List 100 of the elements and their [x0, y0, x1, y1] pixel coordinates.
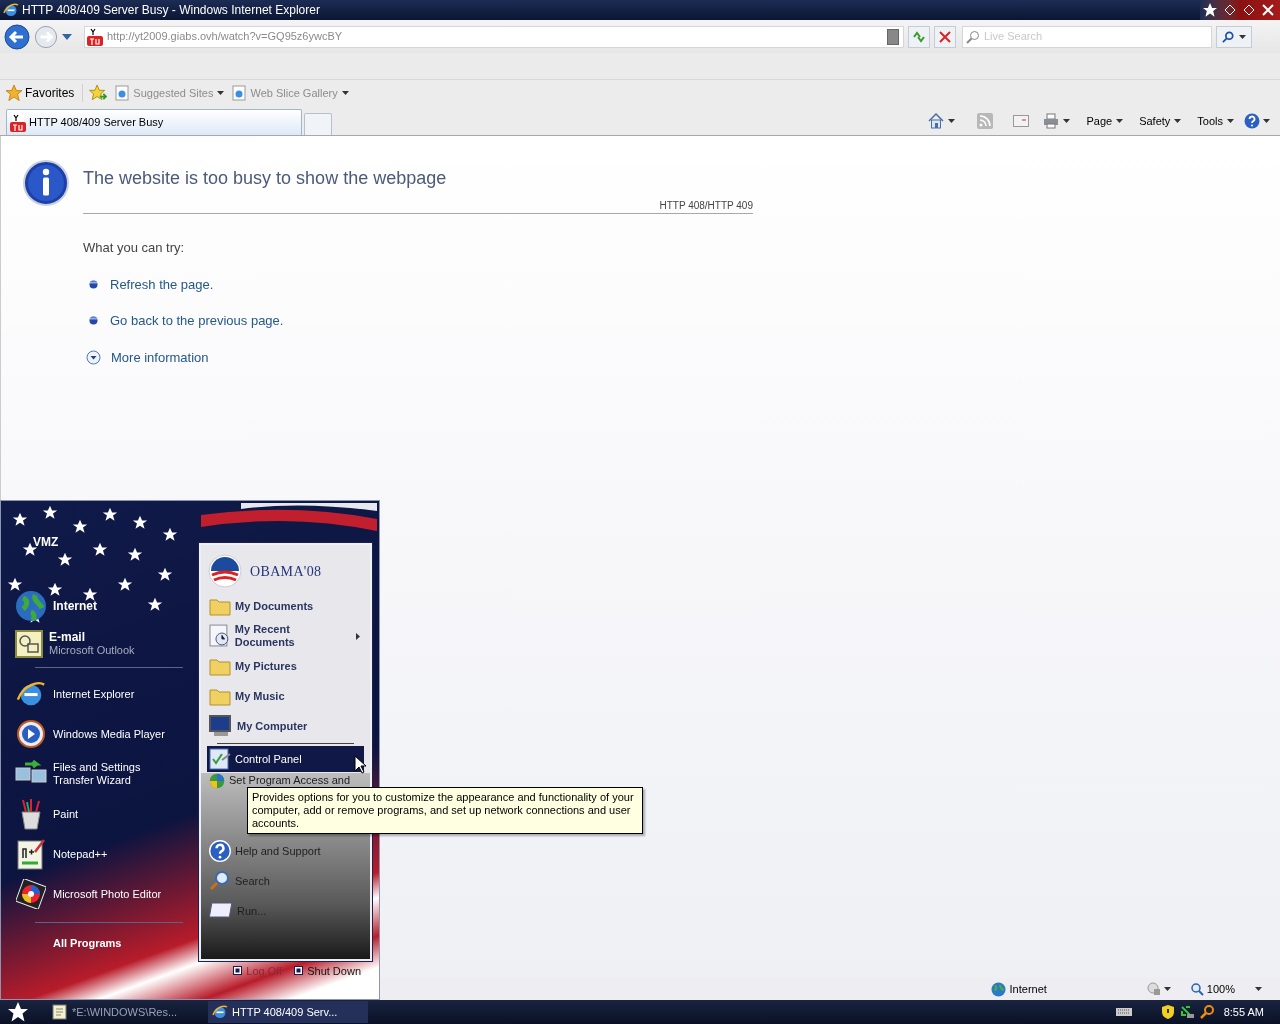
network-icon[interactable] [1179, 1005, 1194, 1019]
program-access-icon [209, 772, 225, 789]
tooltip: Provides options for you to customize the appearance and functionality of your computer, add or remove programs, and set up network connections and user accounts. [247, 787, 643, 834]
play-icon [16, 719, 46, 749]
error-heading: The website is too busy to show the webpage [83, 167, 448, 190]
address-text: http://yt2009.giabs.ovh/watch?v=GQ95z6ywcBY [107, 29, 343, 45]
notepad-icon [52, 1004, 68, 1020]
recent-program[interactable]: Notepad++ [15, 834, 183, 874]
caret-icon[interactable] [1163, 987, 1171, 991]
stop-icon [939, 30, 951, 43]
add-favorite-icon[interactable] [89, 85, 108, 101]
help-button[interactable] [1244, 113, 1270, 129]
recent-program[interactable]: Internet Explorer [15, 674, 183, 714]
protected-mode-button[interactable] [1146, 982, 1171, 996]
caret-icon[interactable] [217, 91, 225, 95]
video-site-logo-icon [10, 113, 26, 132]
page-icon [232, 85, 247, 101]
maximize-button[interactable] [1243, 4, 1255, 16]
home-button[interactable] [928, 113, 956, 129]
recent-program[interactable]: Files and Settings Transfer Wizard [15, 754, 183, 794]
places-item[interactable]: My Music [207, 681, 364, 711]
command-menu[interactable]: Tools [1197, 112, 1234, 130]
shield-icon[interactable] [1161, 1005, 1174, 1019]
more-information-link[interactable]: More information [111, 347, 209, 367]
close-button[interactable] [1262, 4, 1274, 16]
caret-icon[interactable] [1255, 987, 1262, 991]
taskbar-button[interactable]: *E:\WINDOWS\Res... [48, 1001, 208, 1023]
run-window-icon [209, 902, 233, 920]
globe-icon [15, 590, 47, 622]
bullet-icon [89, 316, 98, 326]
power-icon [294, 966, 304, 976]
clock: 8:55 AM [1223, 1004, 1264, 1020]
suggestions-prompt: What you can try: [83, 239, 186, 257]
command-menu[interactable]: Page [1086, 112, 1124, 130]
mail-icon[interactable] [1013, 115, 1030, 127]
refresh-button[interactable] [908, 25, 930, 48]
help-icon [209, 840, 231, 862]
address-field[interactable]: http://yt2009.giabs.ovh/watch?v=GQ95z6ywcBY [84, 25, 904, 48]
start-button[interactable] [8, 1002, 28, 1022]
window-title: HTTP 408/409 Server Busy - Windows Internet Explorer [22, 2, 320, 19]
taskbar-button[interactable]: HTTP 408/409 Serv... [208, 1001, 368, 1023]
document-clock-icon [209, 624, 231, 648]
recent-program[interactable]: Microsoft Photo Editor [15, 874, 183, 914]
bullet-icon [89, 279, 98, 289]
magnifier-icon [1190, 982, 1204, 996]
caret-icon[interactable] [1239, 34, 1246, 39]
places-item[interactable]: My Computer [207, 711, 364, 741]
compatibility-view-icon[interactable] [887, 28, 899, 45]
video-site-logo-icon [87, 27, 103, 46]
all-programs-button[interactable]: All Programs [53, 935, 183, 952]
places-item[interactable]: My Documents [207, 591, 364, 621]
keyboard-icon[interactable] [1115, 1008, 1132, 1016]
notepad-icon [17, 838, 45, 870]
error-code: HTTP 408/HTTP 409 [659, 199, 753, 213]
places-item[interactable]: My Pictures [207, 651, 364, 681]
lock-icon [1146, 982, 1161, 996]
caret-icon[interactable] [1227, 119, 1234, 123]
log-off-icon [233, 966, 243, 976]
program-subtitle: Microsoft Outlook [49, 644, 135, 657]
caret-icon[interactable] [1063, 119, 1071, 123]
suggestion-link[interactable]: Refresh the page. [110, 274, 214, 294]
favorites-button[interactable]: Favorites [6, 84, 84, 102]
caret-icon[interactable] [1174, 119, 1182, 123]
caret-icon[interactable] [341, 91, 349, 95]
campaign-logo-text: OBAMA'08 [250, 562, 322, 581]
campaign-logo-icon [208, 554, 242, 588]
browser-tab[interactable]: HTTP 408/409 Server Busy [6, 109, 302, 135]
caret-icon[interactable] [948, 119, 956, 123]
magnifier-icon[interactable] [1199, 1005, 1214, 1019]
caret-icon[interactable] [1116, 119, 1124, 123]
places-item[interactable]: Help and Support [207, 836, 364, 866]
pinned-program[interactable]: Internet [15, 587, 183, 625]
search-icon [1222, 30, 1234, 43]
search-icon [209, 870, 231, 892]
back-button[interactable] [4, 23, 30, 50]
help-icon [1244, 113, 1260, 129]
shut-down-button[interactable]: Shut Down [294, 962, 361, 979]
computer-icon [209, 715, 233, 737]
caret-icon[interactable] [1263, 119, 1270, 123]
command-menu[interactable]: Safety [1139, 112, 1182, 130]
search-button[interactable] [1216, 25, 1252, 48]
minimize-button[interactable] [1224, 4, 1236, 16]
stop-button[interactable] [934, 25, 956, 48]
recent-program[interactable]: Windows Media Player [15, 714, 183, 754]
places-item[interactable]: Set Program Access and [207, 772, 364, 789]
recent-program[interactable]: Paint [15, 794, 183, 834]
info-icon [23, 160, 69, 206]
print-button[interactable] [1043, 113, 1071, 129]
places-item[interactable]: My Recent Documents [207, 621, 364, 651]
places-item[interactable]: Control Panel [207, 746, 364, 772]
search-icon [966, 29, 980, 44]
photo-editor-icon [16, 879, 46, 909]
pinned-program[interactable]: E-mail Microsoft Outlook [15, 627, 183, 661]
history-dropdown-icon[interactable] [62, 33, 72, 40]
mouse-cursor-icon [354, 755, 366, 774]
zoom-button[interactable]: 100% [1190, 980, 1262, 998]
control-panel-icon [209, 748, 231, 770]
suggestion-link[interactable]: Go back to the previous page. [110, 311, 284, 331]
globe-icon [990, 981, 1006, 997]
expand-icon[interactable] [86, 349, 101, 365]
